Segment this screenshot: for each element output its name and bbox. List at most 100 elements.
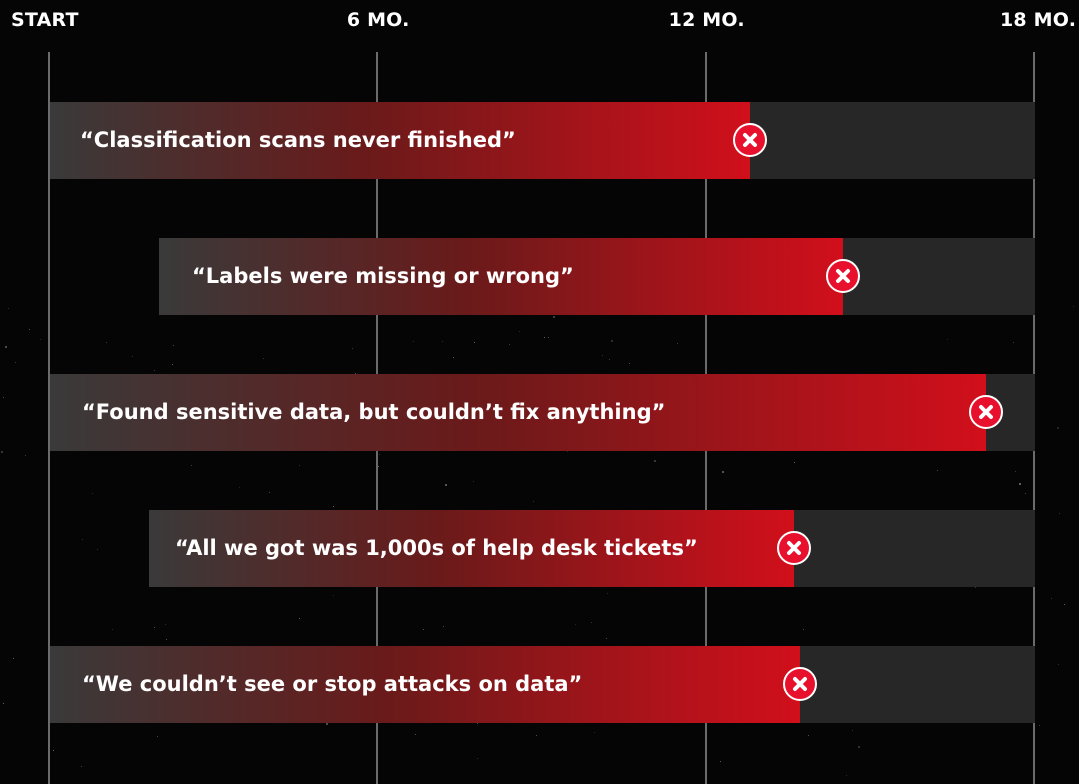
background-speck (803, 629, 804, 630)
background-speck (352, 348, 353, 349)
background-speck (154, 627, 155, 628)
background-speck (808, 735, 809, 736)
background-speck (299, 465, 300, 466)
background-speck (81, 766, 82, 767)
background-speck (720, 761, 721, 762)
background-speck (106, 342, 107, 343)
background-speck (609, 359, 610, 360)
background-speck (333, 595, 334, 596)
background-speck (846, 775, 847, 776)
background-speck (509, 344, 510, 345)
background-speck (453, 357, 454, 358)
background-speck (858, 746, 860, 748)
background-speck (722, 471, 724, 473)
background-speck (415, 734, 416, 735)
background-speck (1015, 471, 1016, 472)
background-speck (423, 629, 424, 630)
tick-label: START (11, 9, 79, 31)
background-speck (442, 341, 443, 342)
background-speck (606, 638, 607, 639)
background-speck (166, 639, 167, 640)
background-speck (8, 308, 9, 309)
background-speck (611, 340, 613, 342)
background-speck (25, 455, 26, 456)
background-speck (97, 549, 98, 550)
background-speck (3, 397, 4, 398)
background-speck (172, 364, 173, 365)
background-speck (157, 736, 158, 737)
background-speck (533, 501, 534, 502)
background-speck (132, 356, 133, 357)
background-speck (443, 626, 444, 627)
background-speck (937, 470, 938, 471)
background-speck (629, 363, 630, 364)
background-speck (173, 345, 174, 346)
background-speck (445, 484, 447, 486)
background-speck (13, 658, 14, 659)
background-speck (519, 331, 520, 332)
background-speck (594, 732, 595, 733)
background-speck (1051, 598, 1052, 599)
background-speck (591, 622, 592, 623)
background-speck (1019, 483, 1021, 485)
background-speck (1025, 493, 1026, 494)
background-speck (191, 465, 192, 466)
background-speck (567, 451, 568, 452)
background-speck (544, 337, 545, 338)
background-speck (263, 358, 264, 359)
background-speck (536, 735, 537, 736)
background-speck (112, 629, 113, 630)
background-speck (1059, 513, 1060, 514)
background-speck (3, 703, 4, 704)
background-speck (413, 341, 414, 342)
background-speck (1064, 604, 1065, 605)
background-speck (477, 723, 478, 724)
background-speck (477, 758, 478, 759)
x-circle-icon (782, 667, 817, 701)
background-speck (1057, 427, 1059, 429)
x-circle-icon (777, 531, 812, 565)
background-speck (40, 339, 41, 340)
background-speck (602, 355, 603, 356)
background-speck (165, 624, 166, 625)
background-speck (553, 316, 555, 318)
x-circle-icon (733, 123, 768, 157)
tick-label: 18 MO. (1000, 9, 1077, 31)
background-speck (473, 481, 474, 482)
background-speck (575, 624, 576, 625)
background-speck (677, 343, 678, 344)
background-speck (326, 723, 328, 725)
background-speck (1073, 306, 1074, 307)
background-speck (269, 492, 270, 493)
background-speck (29, 329, 30, 330)
background-speck (154, 370, 155, 371)
background-speck (299, 618, 300, 619)
background-speck (82, 539, 83, 540)
background-speck (947, 339, 948, 340)
background-speck (239, 487, 240, 488)
background-speck (607, 593, 608, 594)
background-speck (852, 730, 853, 731)
bar-label: “We couldn’t see or stop attacks on data… (82, 672, 583, 696)
background-speck (975, 587, 976, 588)
background-speck (333, 506, 334, 507)
bar-label: “Found sensitive data, but couldn’t fix … (82, 400, 666, 424)
bar-label: “Labels were missing or wrong” (192, 264, 574, 288)
background-speck (794, 462, 795, 463)
background-speck (654, 460, 656, 462)
background-speck (548, 337, 549, 338)
background-speck (379, 454, 380, 455)
background-speck (5, 346, 7, 348)
background-speck (1039, 725, 1040, 726)
x-circle-icon (826, 259, 861, 293)
bar-label: “Classification scans never finished” (80, 128, 516, 152)
background-speck (53, 750, 54, 751)
tick-label: 6 MO. (346, 9, 410, 31)
tick-label: 12 MO. (668, 9, 745, 31)
background-speck (1013, 342, 1014, 343)
background-speck (1, 451, 3, 453)
timeline-chart: START 6 MO. 12 MO. 18 MO. “Classification sc… (0, 0, 1079, 784)
background-speck (1058, 664, 1059, 665)
background-speck (15, 362, 16, 363)
background-speck (474, 342, 475, 343)
